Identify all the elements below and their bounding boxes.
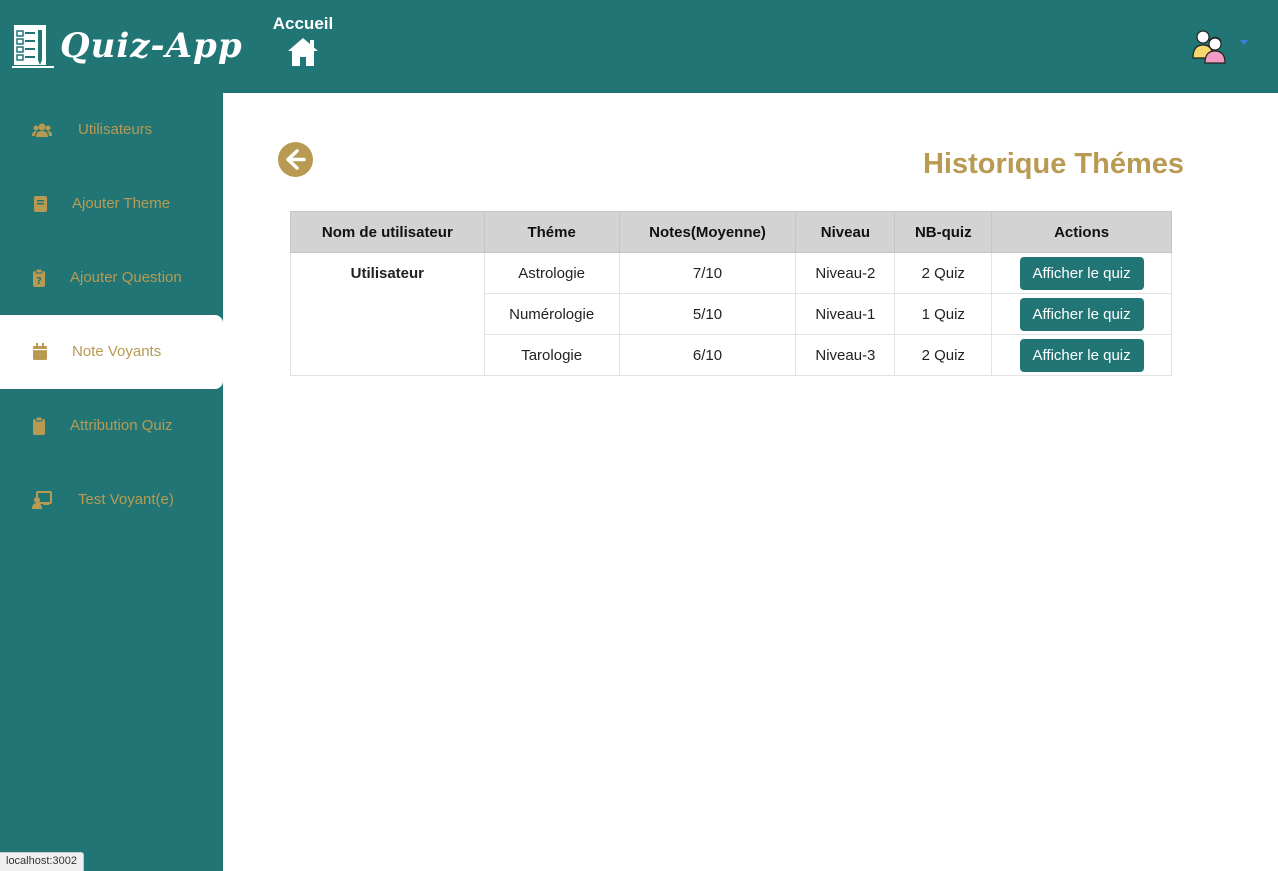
chalkboard-user-icon (32, 491, 52, 509)
theme-cell: Numérologie (483, 293, 620, 335)
column-header-actions: Actions (991, 211, 1172, 253)
calendar-icon (33, 343, 47, 360)
chevron-down-icon[interactable] (1240, 40, 1248, 45)
main-content (223, 93, 1278, 871)
sidebar-item-ajouter-question[interactable]: ? Ajouter Question (0, 241, 223, 315)
clipboard-question-icon: ? (33, 269, 45, 287)
nb-quiz-cell: 2 Quiz (894, 252, 993, 294)
app-name: Quiz-App (60, 26, 243, 66)
note-cell: 6/10 (618, 334, 797, 376)
sidebar-item-note-voyants[interactable]: Note Voyants (0, 315, 223, 389)
table-row: Utilisateur Astrologie 7/10 Niveau-2 2 Q… (290, 252, 1172, 376)
column-header-theme: Théme (483, 211, 620, 253)
afficher-quiz-button[interactable]: Afficher le quiz (1019, 338, 1144, 372)
sidebar-item-label: Attribution Quiz (70, 417, 173, 434)
column-header-niveau: Niveau (795, 211, 896, 253)
nb-quiz-cell: 1 Quiz (894, 293, 993, 335)
niveau-cell: Niveau-2 (795, 252, 896, 294)
sidebar-item-utilisateurs[interactable]: Utilisateurs (0, 93, 223, 167)
app-logo[interactable]: Quiz-App (10, 22, 243, 70)
table-header-row: Nom de utilisateur Théme Notes(Moyenne) … (290, 211, 1172, 253)
sidebar-item-label: Utilisateurs (78, 121, 153, 138)
column-header-user: Nom de utilisateur (290, 211, 485, 253)
users-avatar-icon[interactable] (1190, 28, 1228, 64)
sidebar-item-ajouter-theme[interactable]: Ajouter Theme (0, 167, 223, 241)
home-nav-link[interactable]: Accueil (272, 14, 334, 72)
user-name-cell: Utilisateur (290, 252, 485, 376)
sidebar: Utilisateurs Ajouter Theme ? Ajouter Que… (0, 93, 223, 871)
book-icon (34, 196, 47, 212)
niveau-cell: Niveau-1 (795, 293, 896, 335)
actions-cell: Afficher le quiz (991, 252, 1172, 294)
sidebar-item-label: Test Voyant(e) (78, 491, 174, 508)
sidebar-item-attribution-quiz[interactable]: Attribution Quiz (0, 389, 223, 463)
niveau-cell: Niveau-3 (795, 334, 896, 376)
home-icon[interactable] (287, 37, 319, 67)
afficher-quiz-button[interactable]: Afficher le quiz (1019, 256, 1144, 290)
history-table: Nom de utilisateur Théme Notes(Moyenne) … (290, 211, 1172, 376)
arrow-left-circle-icon[interactable] (278, 142, 313, 177)
quiz-logo-icon (12, 25, 54, 68)
note-cell: 5/10 (618, 293, 797, 335)
sidebar-item-label: Ajouter Question (70, 269, 182, 286)
home-label: Accueil (272, 14, 334, 33)
sidebar-item-test-voyant[interactable]: Test Voyant(e) (0, 463, 223, 537)
afficher-quiz-button[interactable]: Afficher le quiz (1019, 297, 1144, 331)
theme-cell: Tarologie (483, 334, 620, 376)
users-icon (32, 123, 52, 137)
sidebar-item-label: Ajouter Theme (72, 195, 171, 212)
page-title: Historique Thémes (922, 148, 1184, 180)
top-navbar: Quiz-App Accueil (0, 0, 1278, 93)
actions-cell: Afficher le quiz (991, 334, 1172, 376)
actions-cell: Afficher le quiz (991, 293, 1172, 335)
svg-text:?: ? (36, 276, 42, 287)
note-cell: 7/10 (618, 252, 797, 294)
browser-status-url: localhost:3002 (0, 852, 84, 871)
column-header-notes: Notes(Moyenne) (618, 211, 797, 253)
column-header-nb-quiz: NB-quiz (894, 211, 993, 253)
theme-cell: Astrologie (483, 252, 620, 294)
clipboard-icon (33, 417, 45, 435)
sidebar-item-label: Note Voyants (72, 343, 162, 360)
nb-quiz-cell: 2 Quiz (894, 334, 993, 376)
